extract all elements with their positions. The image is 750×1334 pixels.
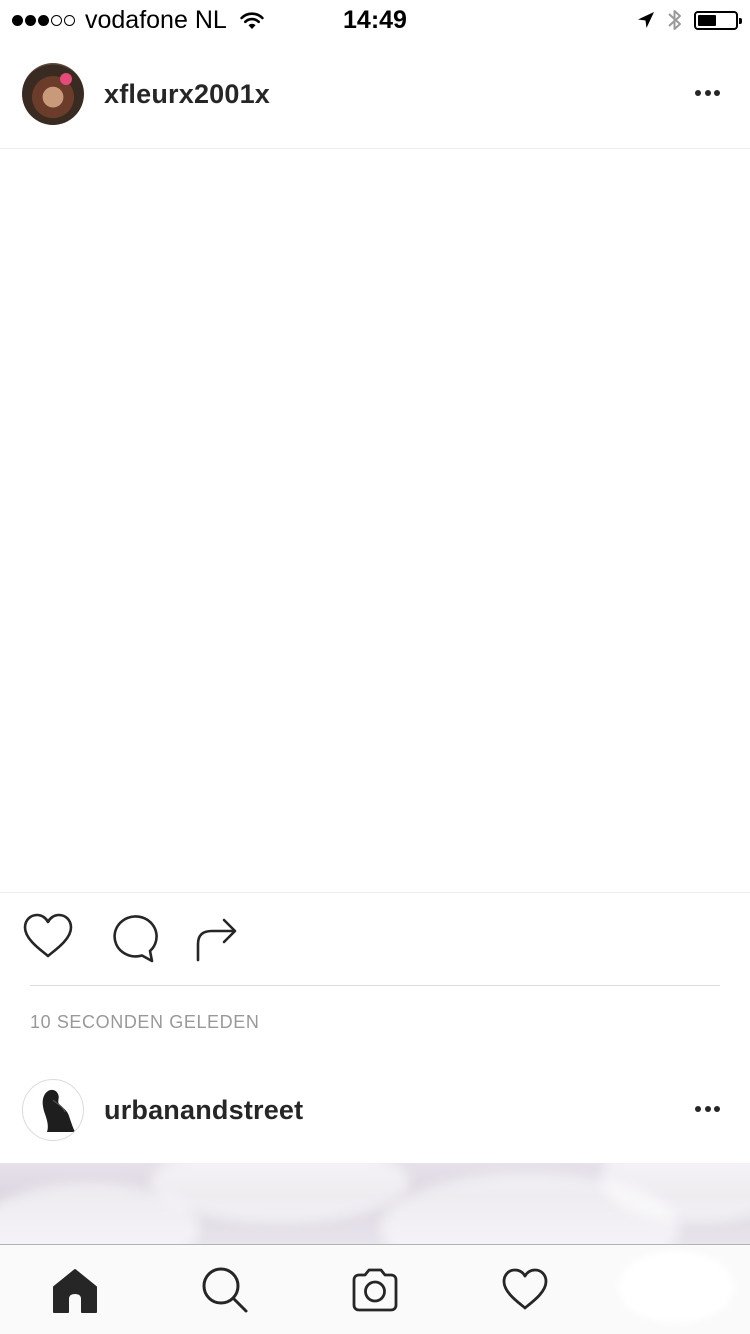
post-media[interactable] bbox=[0, 148, 750, 893]
post-header: urbanandstreet bbox=[0, 1056, 750, 1164]
avatar[interactable] bbox=[22, 63, 84, 125]
post-username[interactable]: xfleurx2001x bbox=[104, 79, 270, 110]
battery-icon bbox=[694, 10, 742, 30]
status-bar-right bbox=[636, 0, 742, 40]
home-icon[interactable] bbox=[50, 1265, 100, 1315]
search-icon[interactable] bbox=[200, 1265, 250, 1315]
location-arrow-icon bbox=[638, 12, 654, 28]
post-actions bbox=[0, 910, 750, 970]
urban-street-logo bbox=[42, 1089, 75, 1132]
tab-bar bbox=[0, 1244, 750, 1334]
battery-fill bbox=[698, 14, 716, 26]
more-options-icon[interactable] bbox=[692, 1106, 720, 1112]
profile-tab[interactable] bbox=[624, 1257, 728, 1317]
bluetooth-icon bbox=[668, 10, 681, 30]
camera-icon[interactable] bbox=[350, 1265, 400, 1315]
post-timestamp: 10 SECONDEN GELEDEN bbox=[30, 1012, 260, 1032]
activity-heart-icon[interactable] bbox=[500, 1265, 550, 1315]
heart-icon[interactable] bbox=[21, 910, 75, 964]
more-options-icon[interactable] bbox=[692, 90, 720, 96]
avatar[interactable] bbox=[22, 1079, 84, 1141]
divider bbox=[30, 985, 720, 986]
post-username[interactable]: urbanandstreet bbox=[104, 1095, 303, 1126]
status-bar: vodafone NL 14:49 bbox=[0, 0, 750, 40]
comment-icon[interactable] bbox=[106, 910, 160, 964]
post-header: xfleurx2001x bbox=[0, 40, 750, 148]
share-icon[interactable] bbox=[192, 910, 246, 964]
post-media[interactable] bbox=[0, 1163, 750, 1245]
